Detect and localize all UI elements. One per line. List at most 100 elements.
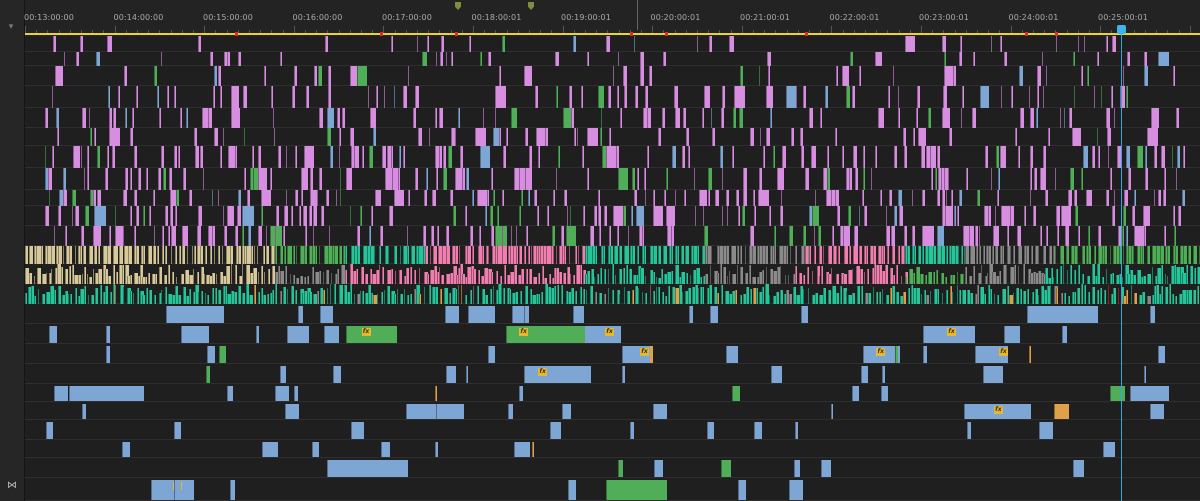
timeline-clip[interactable] [605, 36, 610, 52]
timeline-clip[interactable] [1035, 108, 1039, 128]
timeline-clip[interactable] [434, 108, 437, 128]
timeline-clip[interactable] [201, 290, 204, 304]
timeline-clip[interactable] [170, 246, 172, 264]
timeline-clip[interactable] [968, 275, 973, 284]
timeline-clip[interactable] [653, 206, 664, 226]
timeline-clip[interactable] [1181, 190, 1185, 206]
timeline-clip[interactable] [570, 273, 572, 284]
timeline-clip[interactable] [929, 291, 931, 304]
timeline-clip[interactable] [1178, 206, 1182, 226]
timeline-clip[interactable] [356, 66, 367, 86]
timeline-clip[interactable] [627, 290, 631, 304]
timeline-clip[interactable] [710, 108, 713, 128]
timeline-clip[interactable] [902, 291, 906, 304]
timeline-clip[interactable] [623, 86, 627, 108]
timeline-clip[interactable] [173, 422, 182, 439]
timeline-clip[interactable] [597, 190, 601, 206]
timeline-clip[interactable] [257, 291, 260, 304]
timeline-clip[interactable] [159, 108, 161, 128]
timeline-clip[interactable] [853, 246, 858, 264]
timeline-clip[interactable] [658, 246, 661, 264]
timeline-clip[interactable] [529, 268, 533, 284]
timeline-clip[interactable] [432, 190, 437, 206]
timeline-clip[interactable] [124, 108, 127, 128]
timeline-clip[interactable] [995, 246, 999, 264]
timeline-clip[interactable] [899, 206, 904, 226]
timeline-clip[interactable] [635, 86, 638, 108]
timeline-clip[interactable] [62, 246, 65, 264]
timeline-clip[interactable] [29, 273, 33, 284]
timeline-clip[interactable] [1071, 128, 1082, 146]
timeline-clip[interactable] [345, 246, 348, 264]
timeline-clip[interactable] [1030, 108, 1034, 128]
timeline-clip[interactable] [194, 128, 197, 146]
timeline-clip[interactable] [362, 146, 365, 168]
work-area-bar[interactable] [25, 32, 1200, 36]
timeline-clip[interactable] [775, 291, 780, 304]
timeline-clip[interactable] [697, 287, 700, 304]
timeline-clip[interactable] [93, 190, 96, 206]
timeline-clip[interactable] [866, 246, 868, 264]
timeline-clip[interactable] [218, 190, 220, 206]
timeline-clip[interactable] [446, 366, 456, 383]
timeline-clip[interactable] [445, 273, 450, 284]
timeline-clip[interactable] [489, 288, 492, 304]
timeline-clip[interactable] [521, 190, 524, 206]
timeline-clip[interactable] [467, 246, 471, 264]
timeline-clip[interactable] [969, 226, 972, 246]
timeline-clip[interactable] [76, 52, 80, 66]
timeline-clip[interactable] [533, 276, 537, 284]
timeline-clip[interactable] [608, 226, 611, 246]
timeline-clip[interactable] [495, 271, 498, 284]
timeline-clip[interactable] [644, 275, 647, 284]
timeline-clip[interactable] [327, 66, 331, 86]
timeline-clip[interactable] [54, 386, 69, 401]
timeline-clip[interactable] [1001, 246, 1003, 264]
timeline-clip[interactable] [1017, 226, 1022, 246]
timeline-clip[interactable] [668, 285, 671, 304]
timeline-clip[interactable] [1057, 226, 1059, 246]
timeline-clip[interactable] [813, 246, 816, 264]
timeline-clip[interactable] [566, 206, 568, 226]
timeline-clip[interactable] [37, 268, 41, 284]
timeline-clip[interactable] [795, 86, 798, 108]
timeline-clip[interactable] [1022, 264, 1026, 284]
timeline-clip[interactable] [858, 206, 860, 226]
timeline-clip[interactable] [611, 290, 614, 304]
timeline-clip[interactable] [1047, 128, 1051, 146]
timeline-clip[interactable] [1018, 246, 1022, 264]
timeline-clip[interactable] [486, 190, 490, 206]
timeline-clip[interactable] [608, 86, 611, 108]
timeline-clip[interactable] [224, 226, 227, 246]
timeline-clip[interactable] [386, 269, 391, 284]
timeline-clip[interactable] [226, 246, 230, 264]
timeline-clip[interactable] [86, 168, 89, 190]
timeline-clip[interactable] [1040, 168, 1046, 190]
timeline-clip[interactable] [1091, 286, 1095, 304]
timeline-clip[interactable] [275, 246, 278, 264]
timeline-clip[interactable] [780, 289, 783, 304]
timeline-clip[interactable] [1130, 386, 1169, 401]
timeline-clip[interactable] [524, 168, 532, 190]
timeline-clip[interactable] [1109, 246, 1111, 264]
timeline-clip[interactable] [885, 206, 887, 226]
timeline-clip[interactable] [179, 246, 181, 264]
timeline-clip[interactable] [40, 246, 44, 264]
timeline-clip[interactable] [992, 271, 996, 284]
timeline-clip[interactable] [249, 294, 253, 304]
timeline-clip[interactable] [766, 86, 774, 108]
timeline-clip[interactable] [1097, 246, 1102, 264]
timeline-clip[interactable] [1142, 206, 1151, 226]
timeline-clip[interactable] [390, 36, 394, 52]
timeline-clip[interactable] [726, 346, 738, 363]
timeline-clip[interactable] [524, 285, 529, 304]
timeline-clip[interactable] [988, 246, 991, 264]
timeline-clip[interactable] [74, 246, 77, 264]
timeline-clip[interactable] [48, 168, 52, 190]
timeline-clip[interactable] [64, 226, 67, 246]
timeline-clip[interactable] [753, 422, 762, 439]
timeline-clip[interactable] [553, 246, 555, 264]
timeline-clip[interactable] [63, 52, 65, 66]
timeline-clip[interactable] [502, 36, 505, 52]
timeline-clip[interactable] [284, 404, 299, 419]
